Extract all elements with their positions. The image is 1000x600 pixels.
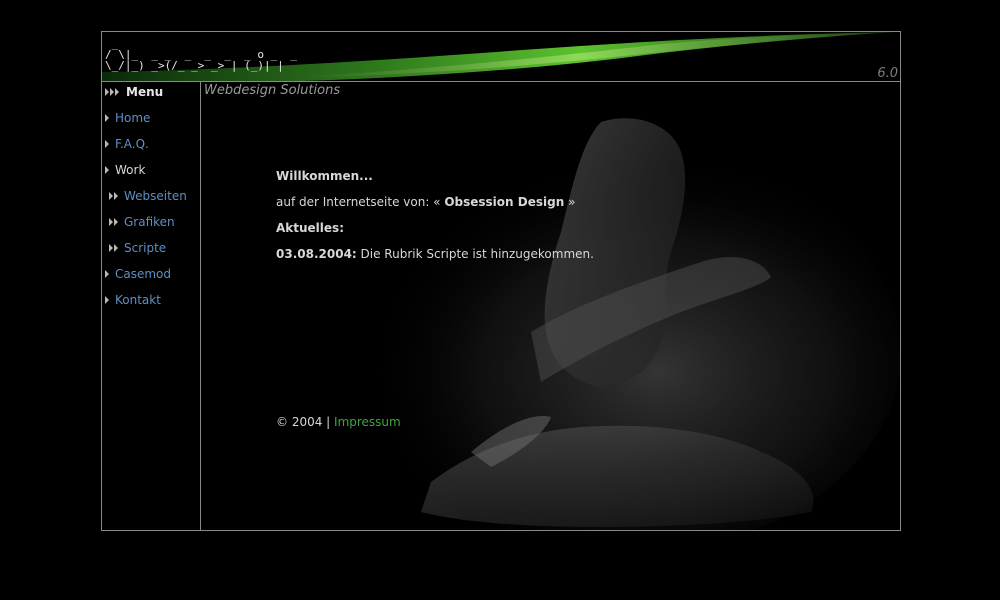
header-banner: _ / \|_ _ _ _ _ _ _ o _ _ \_/|_) _>(/_ _…	[102, 32, 900, 82]
nav-link-home[interactable]: Home	[115, 111, 150, 125]
double-arrow-icon	[109, 188, 119, 204]
news-item: 03.08.2004: Die Rubrik Scripte ist hinzu…	[276, 247, 594, 261]
arrow-icon	[105, 162, 110, 178]
intro-text: auf der Internetseite von: « Obsession D…	[276, 195, 576, 209]
nav-link-grafiken[interactable]: Grafiken	[124, 215, 175, 229]
welcome-heading: Willkommen...	[276, 169, 373, 183]
background-photo	[361, 118, 900, 530]
nav-link-kontakt[interactable]: Kontakt	[115, 293, 161, 307]
nav-label-work[interactable]: Work	[115, 163, 145, 177]
arrow-icon	[105, 292, 110, 308]
main-content: Webdesign Solutions Willkommen... auf de…	[201, 82, 900, 530]
nav-link-casemod[interactable]: Casemod	[115, 267, 171, 281]
sidebar-item-scripte[interactable]: Scripte	[109, 240, 166, 256]
nav-link-webseiten[interactable]: Webseiten	[124, 189, 187, 203]
sidebar-item-casemod[interactable]: Casemod	[105, 266, 171, 282]
arrow-icon	[105, 110, 110, 126]
company-name: Obsession Design	[444, 195, 565, 209]
sidebar-item-kontakt[interactable]: Kontakt	[105, 292, 161, 308]
sidebar-item-webseiten[interactable]: Webseiten	[109, 188, 187, 204]
arrow-icon	[105, 136, 110, 152]
copyright: © 2004 |	[276, 415, 335, 429]
double-arrow-icon	[109, 214, 119, 230]
news-text: Die Rubrik Scripte ist hinzugekommen.	[356, 247, 594, 261]
arrow-icon	[105, 266, 110, 282]
sidebar-item-work[interactable]: Work	[105, 162, 145, 178]
version-label: 6.0	[877, 66, 898, 81]
impressum-link[interactable]: Impressum	[334, 415, 401, 429]
obsession-logo: _ / \|_ _ _ _ _ _ _ o _ _ \_/|_) _>(/_ _…	[105, 37, 298, 72]
page-frame: _ / \|_ _ _ _ _ _ _ o _ _ \_/|_) _>(/_ _…	[101, 31, 901, 531]
nav-link-faq[interactable]: F.A.Q.	[115, 137, 149, 151]
sidebar-item-home[interactable]: Home	[105, 110, 150, 126]
double-arrow-icon	[109, 240, 119, 256]
sidebar-item-faq[interactable]: F.A.Q.	[105, 136, 149, 152]
news-heading: Aktuelles:	[276, 221, 344, 235]
sidebar-item-grafiken[interactable]: Grafiken	[109, 214, 175, 230]
tagline: Webdesign Solutions	[204, 83, 341, 98]
news-date: 03.08.2004:	[276, 247, 357, 261]
nav-link-scripte[interactable]: Scripte	[124, 241, 166, 255]
footer: © 2004 | Impressum	[276, 415, 401, 429]
double-arrow-icon	[105, 84, 120, 100]
menu-heading: Menu	[105, 84, 163, 100]
sidebar-menu: Menu Home F.A.Q. Work Webseiten Grafiken…	[102, 82, 201, 530]
